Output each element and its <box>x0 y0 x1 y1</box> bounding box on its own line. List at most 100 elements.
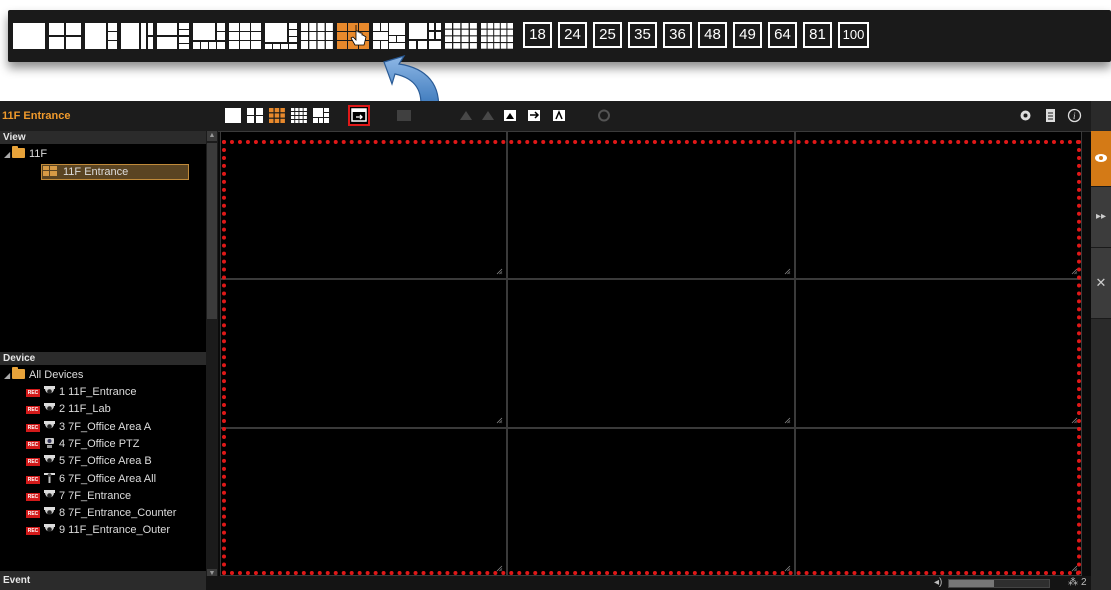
layout-3x3-icon[interactable] <box>228 22 262 50</box>
snapshot-icon[interactable] <box>395 107 413 124</box>
layout-24-button[interactable]: 24 <box>558 22 587 48</box>
settings-tab-tools-icon[interactable]: ✕ <box>1091 248 1111 319</box>
view-panel-header: View <box>0 131 206 144</box>
video-cell[interactable] <box>220 279 508 428</box>
flip-disabled-icon[interactable] <box>479 107 497 124</box>
device-item[interactable]: REC 3 7F_Office Area A <box>26 419 151 435</box>
video-cell[interactable] <box>794 279 1082 428</box>
layout-1plus3-icon[interactable] <box>84 22 118 50</box>
layout-36-button[interactable]: 36 <box>663 22 692 48</box>
prev-view-icon[interactable] <box>501 107 519 124</box>
folder-icon <box>12 146 25 158</box>
dome-camera-icon <box>43 420 56 432</box>
layout-selector-button[interactable] <box>348 105 370 126</box>
expand-triangle-icon[interactable]: ◢ <box>4 147 12 163</box>
resize-grip-icon[interactable] <box>496 565 503 572</box>
scroll-up-icon[interactable]: ▲ <box>207 131 217 141</box>
video-cell[interactable] <box>507 279 795 428</box>
rotate-disabled-icon[interactable] <box>457 107 475 124</box>
device-item[interactable]: REC 5 7F_Office Area B <box>26 453 152 469</box>
layout-1plus5-icon[interactable] <box>120 22 154 50</box>
layout-selector-bar: 18 24 25 35 36 48 49 64 81 100 <box>8 10 1111 62</box>
device-item[interactable]: REC 8 7F_Entrance_Counter <box>26 505 176 521</box>
event-panel-header: Event <box>0 571 206 590</box>
next-view-icon[interactable] <box>525 107 543 124</box>
fisheye-camera-icon <box>43 472 56 484</box>
document-icon[interactable] <box>1043 108 1058 123</box>
layout-5x4-icon[interactable] <box>480 22 514 50</box>
device-label: 4 7F_Office PTZ <box>59 437 140 450</box>
layout-2plus8-icon[interactable] <box>372 22 406 50</box>
video-cell[interactable] <box>220 427 508 576</box>
device-item[interactable]: REC 1 11F_Entrance <box>26 384 136 400</box>
resize-grip-icon[interactable] <box>1071 268 1078 275</box>
tree-all-devices[interactable]: ◢ All Devices <box>4 367 83 383</box>
video-cell[interactable] <box>507 427 795 576</box>
device-item[interactable]: REC 9 11F_Entrance_Outer <box>26 522 170 538</box>
device-label: 6 7F_Office Area All <box>59 472 157 485</box>
volume-slider[interactable] <box>948 579 1050 588</box>
ptz-camera-icon <box>43 437 56 449</box>
dome-camera-icon <box>43 489 56 501</box>
video-cell[interactable] <box>794 131 1082 280</box>
live-view-tab-eye-icon[interactable] <box>1091 131 1111 187</box>
layout-35-button[interactable]: 35 <box>628 22 657 48</box>
speaker-icon[interactable]: ◂) <box>934 577 942 588</box>
resize-grip-icon[interactable] <box>1071 417 1078 424</box>
video-cell[interactable] <box>507 131 795 280</box>
layout-1plus16-icon[interactable] <box>408 22 442 50</box>
main-toolbar: 11F Entrance i <box>0 101 1091 132</box>
rec-badge: REC <box>26 423 40 432</box>
refresh-icon[interactable] <box>595 107 613 124</box>
video-cell[interactable] <box>220 131 508 280</box>
playback-tab-forward-icon[interactable]: ▸▸ <box>1091 187 1111 248</box>
dome-camera-icon <box>43 385 56 397</box>
resize-grip-icon[interactable] <box>496 417 503 424</box>
layout-4x4-icon[interactable] <box>444 22 478 50</box>
device-item[interactable]: REC 2 11F_Lab <box>26 401 111 417</box>
layout-49-button[interactable]: 49 <box>733 22 762 48</box>
device-item[interactable]: REC 4 7F_Office PTZ <box>26 436 140 452</box>
tree-view-11f-entrance[interactable]: 11F Entrance <box>43 164 128 180</box>
layout-100-button[interactable]: 100 <box>838 22 869 48</box>
layout-25-button[interactable]: 25 <box>593 22 622 48</box>
resize-grip-icon[interactable] <box>784 417 791 424</box>
layout-2x2-icon[interactable] <box>48 22 82 50</box>
device-item[interactable]: REC 7 7F_Entrance <box>26 488 131 504</box>
left-panel-scrollbar[interactable]: ▲ ▼ <box>206 131 218 579</box>
tree-folder-11f[interactable]: ◢ 11F <box>4 146 47 162</box>
gear-icon[interactable] <box>1018 108 1033 123</box>
expand-triangle-icon[interactable]: ◢ <box>4 368 12 384</box>
layout-3x3-selected-icon[interactable] <box>336 22 370 50</box>
live-view-area[interactable] <box>220 131 1082 576</box>
layout-48-button[interactable]: 48 <box>698 22 727 48</box>
device-label: 3 7F_Office Area A <box>59 420 152 433</box>
layout-18-button[interactable]: 18 <box>523 22 552 48</box>
layout-3x3-button[interactable] <box>268 107 286 124</box>
layout-1x1-icon[interactable] <box>12 22 46 50</box>
resize-grip-icon[interactable] <box>784 268 791 275</box>
info-icon[interactable]: i <box>1067 108 1082 123</box>
device-item[interactable]: REC 6 7F_Office Area All <box>26 471 156 487</box>
layout-custom-button[interactable] <box>312 107 330 124</box>
video-cell[interactable] <box>794 427 1082 576</box>
resize-grip-icon[interactable] <box>1071 565 1078 572</box>
sequence-icon[interactable] <box>550 107 568 124</box>
dome-camera-icon <box>43 523 56 535</box>
scroll-thumb[interactable] <box>207 143 217 319</box>
device-label: 9 11F_Entrance_Outer <box>59 524 171 537</box>
layout-64-button[interactable]: 64 <box>768 22 797 48</box>
layout-4x3-icon[interactable] <box>300 22 334 50</box>
layout-1x1-button[interactable] <box>224 107 242 124</box>
layout-1plus9-icon[interactable] <box>192 22 226 50</box>
layout-1plus12-icon[interactable] <box>264 22 298 50</box>
layout-4x4-button[interactable] <box>290 107 308 124</box>
resize-grip-icon[interactable] <box>496 268 503 275</box>
status-bar: ◂) ⁂ 2 <box>206 576 1091 590</box>
layout-1plus7-icon[interactable] <box>156 22 190 50</box>
view-grid-icon <box>43 166 57 176</box>
user-count: 2 <box>1081 577 1087 588</box>
resize-grip-icon[interactable] <box>784 565 791 572</box>
layout-2x2-button[interactable] <box>246 107 264 124</box>
layout-81-button[interactable]: 81 <box>803 22 832 48</box>
